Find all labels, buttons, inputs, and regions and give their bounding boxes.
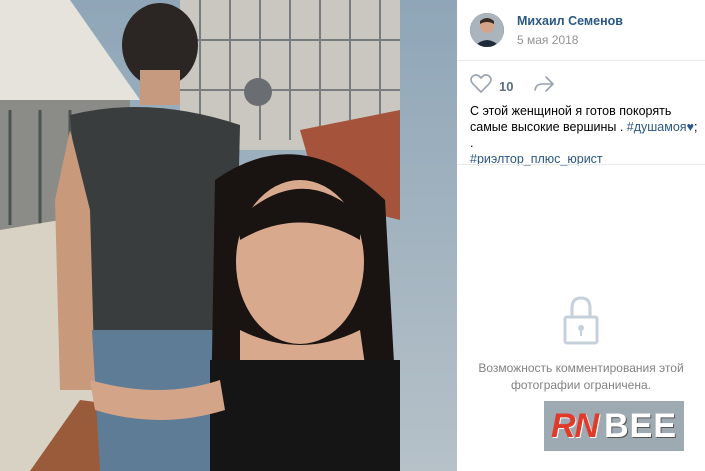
hashtag-link[interactable]: #душамоя [627,120,687,134]
like-count: 10 [499,79,514,94]
heart-emoji: ♥ [686,120,694,134]
post-photo[interactable] [0,0,457,471]
lock-icon [562,296,600,349]
post-date[interactable]: 5 мая 2018 [517,32,623,48]
comments-restricted: Возможность комментирования этой фотогра… [457,295,705,394]
post-caption: С этой женщиной я готов покорять самые в… [470,103,698,167]
post-header: Михаил Семенов 5 мая 2018 [457,0,705,48]
share-arrow-icon [533,76,555,97]
like-button[interactable]: 10 [470,74,513,99]
divider [457,60,705,61]
author-name[interactable]: Михаил Семенов [517,13,623,29]
comments-restricted-text: Возможность комментирования этой фотогра… [478,361,684,392]
avatar[interactable] [470,13,504,47]
watermark-logo: RN BEE [544,401,684,451]
share-button[interactable] [533,75,555,98]
divider [457,164,705,165]
watermark-rn: RN [550,406,599,445]
watermark-bee: BEE [604,406,678,445]
heart-outline-icon [470,74,492,99]
post-actions: 10 [470,74,555,99]
